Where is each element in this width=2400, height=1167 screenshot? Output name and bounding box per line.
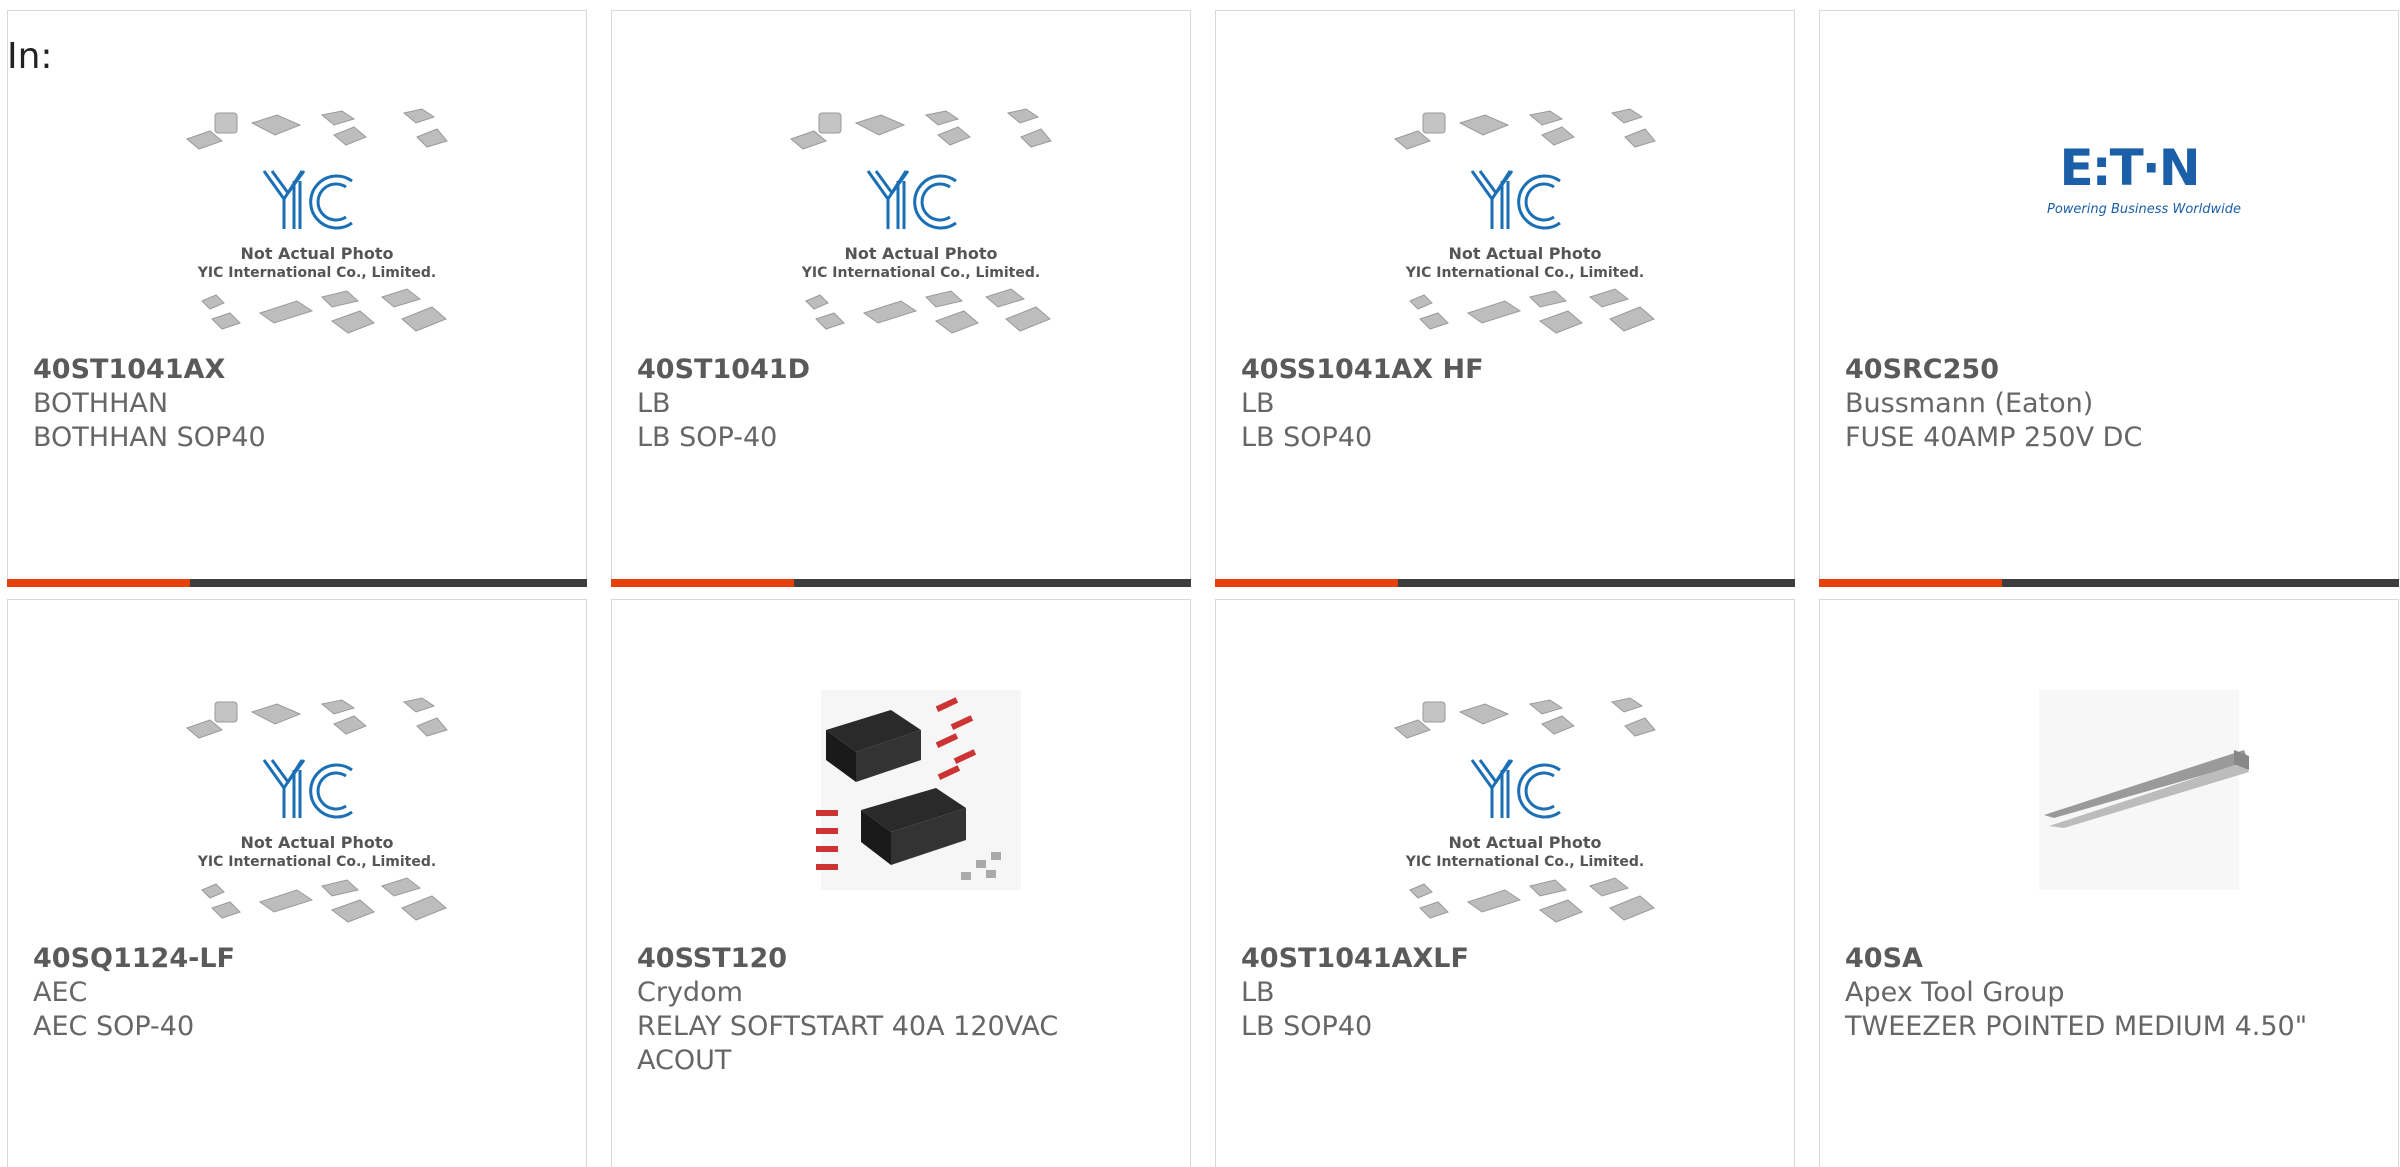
product-card[interactable]: Not Actual Photo YIC International Co., … [1215, 599, 1795, 1167]
filter-label: In: [7, 36, 53, 77]
part-number[interactable]: 40ST1041AXLF [1241, 942, 1764, 976]
product-info: 40SRC250 Bussmann (Eaton) FUSE 40AMP 250… [1845, 353, 2368, 455]
product-image[interactable]: E:T·N Powering Business Worldwide [1994, 101, 2264, 341]
product-image[interactable]: Not Actual Photo YIC International Co., … [182, 101, 452, 341]
brand: LB [1241, 388, 1275, 419]
placeholder-line2: YIC International Co., Limited. [1405, 265, 1644, 281]
placeholder-line2: YIC International Co., Limited. [197, 265, 436, 281]
description: LB SOP-40 [637, 422, 778, 453]
yic-placeholder-image: Not Actual Photo YIC International Co., … [1394, 697, 1656, 923]
placeholder-line1: Not Actual Photo [1448, 833, 1601, 852]
product-grid: Not Actual Photo YIC International Co., … [7, 10, 2399, 1167]
brand: BOTHHAN [33, 388, 169, 419]
product-image[interactable] [1994, 690, 2264, 930]
description: FUSE 40AMP 250V DC [1845, 422, 2143, 453]
eaton-logo: E:T·N Powering Business Worldwide [2047, 139, 2241, 217]
product-image[interactable] [786, 690, 1056, 930]
yic-placeholder-image: Not Actual Photo YIC International Co., … [186, 108, 448, 334]
description: LB SOP40 [1241, 422, 1373, 453]
part-number[interactable]: 40SST120 [637, 942, 1160, 976]
relay-photo [816, 690, 1021, 890]
product-info: 40ST1041AXLF LB LB SOP40 [1241, 942, 1764, 1044]
placeholder-line2: YIC International Co., Limited. [197, 854, 436, 870]
product-info: 40ST1041D LB LB SOP-40 [637, 353, 1160, 455]
product-card[interactable]: 40SA Apex Tool Group TWEEZER POINTED MED… [1819, 599, 2399, 1167]
card-footer-bar [7, 579, 587, 587]
placeholder-line1: Not Actual Photo [844, 244, 997, 263]
card-footer-accent [1819, 579, 2002, 587]
card-footer-accent [611, 579, 794, 587]
description: RELAY SOFTSTART 40A 120VAC ACOUT [637, 1011, 1059, 1076]
description: BOTHHAN SOP40 [33, 422, 266, 453]
product-info: 40SQ1124-LF AEC AEC SOP-40 [33, 942, 556, 1044]
product-image[interactable]: Not Actual Photo YIC International Co., … [1390, 101, 1660, 341]
product-card[interactable]: Not Actual Photo YIC International Co., … [7, 599, 587, 1167]
description: AEC SOP-40 [33, 1011, 195, 1042]
product-card[interactable]: 40SST120 Crydom RELAY SOFTSTART 40A 120V… [611, 599, 1191, 1167]
brand: LB [1241, 977, 1275, 1008]
product-image[interactable]: Not Actual Photo YIC International Co., … [1390, 690, 1660, 930]
eaton-tagline: Powering Business Worldwide [2047, 202, 2241, 217]
part-number[interactable]: 40ST1041D [637, 353, 1160, 387]
part-number[interactable]: 40SS1041AX HF [1241, 353, 1764, 387]
product-card[interactable]: Not Actual Photo YIC International Co., … [611, 10, 1191, 587]
placeholder-line1: Not Actual Photo [240, 833, 393, 852]
part-number[interactable]: 40SA [1845, 942, 2368, 976]
brand: Bussmann (Eaton) [1845, 388, 2094, 419]
description: TWEEZER POINTED MEDIUM 4.50" [1845, 1011, 2308, 1042]
tweezer-photo [2039, 690, 2249, 890]
card-footer-bar [1819, 579, 2399, 587]
brand: Crydom [637, 977, 743, 1008]
product-image[interactable]: Not Actual Photo YIC International Co., … [182, 690, 452, 930]
yic-placeholder-image: Not Actual Photo YIC International Co., … [186, 697, 448, 923]
product-card[interactable]: Not Actual Photo YIC International Co., … [1215, 10, 1795, 587]
part-number[interactable]: 40ST1041AX [33, 353, 556, 387]
card-footer-bar [1215, 579, 1795, 587]
part-number[interactable]: 40SRC250 [1845, 353, 2368, 387]
product-grid-page: In: Not Actual Photo YIC International C… [0, 0, 2400, 1167]
yic-placeholder-image: Not Actual Photo YIC International Co., … [1394, 108, 1656, 334]
placeholder-line1: Not Actual Photo [240, 244, 393, 263]
product-info: 40ST1041AX BOTHHAN BOTHHAN SOP40 [33, 353, 556, 455]
product-image[interactable]: Not Actual Photo YIC International Co., … [786, 101, 1056, 341]
product-info: 40SS1041AX HF LB LB SOP40 [1241, 353, 1764, 455]
product-card[interactable]: E:T·N Powering Business Worldwide 40SRC2… [1819, 10, 2399, 587]
card-footer-accent [7, 579, 190, 587]
product-card[interactable]: Not Actual Photo YIC International Co., … [7, 10, 587, 587]
product-info: 40SST120 Crydom RELAY SOFTSTART 40A 120V… [637, 942, 1160, 1078]
brand: Apex Tool Group [1845, 977, 2065, 1008]
placeholder-line1: Not Actual Photo [1448, 244, 1601, 263]
description: LB SOP40 [1241, 1011, 1373, 1042]
card-footer-accent [1215, 579, 1398, 587]
eaton-logo-text: E:T·N [2059, 139, 2198, 197]
brand: AEC [33, 977, 88, 1008]
yic-placeholder-image: Not Actual Photo YIC International Co., … [790, 108, 1052, 334]
brand: LB [637, 388, 671, 419]
placeholder-line2: YIC International Co., Limited. [801, 265, 1040, 281]
part-number[interactable]: 40SQ1124-LF [33, 942, 556, 976]
placeholder-line2: YIC International Co., Limited. [1405, 854, 1644, 870]
card-footer-bar [611, 579, 1191, 587]
product-info: 40SA Apex Tool Group TWEEZER POINTED MED… [1845, 942, 2368, 1044]
